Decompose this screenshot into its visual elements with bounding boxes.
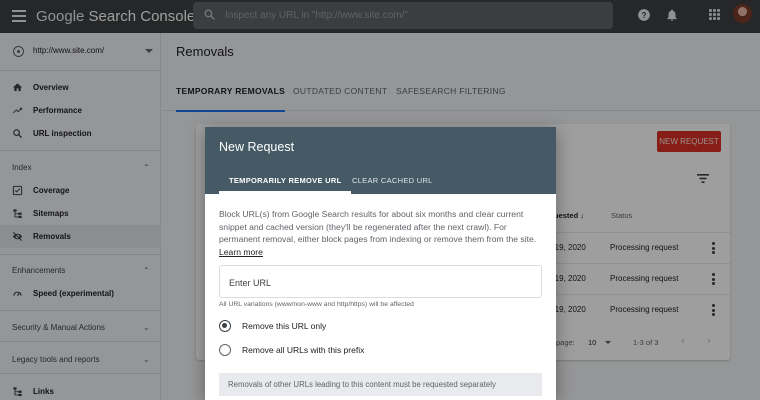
radio-label: Remove this URL only: [242, 321, 327, 331]
description-text: Block URL(s) from Google Search results …: [219, 209, 537, 245]
dialog-description: Block URL(s) from Google Search results …: [219, 208, 541, 258]
tab-clear-cached-url[interactable]: CLEAR CACHED URL: [352, 176, 433, 185]
url-input[interactable]: [229, 276, 529, 289]
tab-temporarily-remove-url[interactable]: TEMPORARILY REMOVE URL: [218, 176, 352, 194]
dialog-title: New Request: [219, 140, 295, 154]
notice-text: Removals of other URLs leading to this c…: [228, 380, 496, 389]
learn-more-link[interactable]: Learn more: [219, 247, 263, 257]
radio-label: Remove all URLs with this prefix: [242, 345, 365, 355]
url-variations-hint: All URL variations (www/non-www and http…: [219, 301, 414, 308]
radio-selected[interactable]: [219, 320, 231, 332]
radio-unselected[interactable]: [219, 344, 231, 356]
url-field[interactable]: [219, 265, 542, 298]
new-request-dialog: New Request TEMPORARILY REMOVE URL CLEAR…: [205, 127, 556, 400]
dialog-header: New Request TEMPORARILY REMOVE URL CLEAR…: [205, 127, 556, 194]
info-notice: Removals of other URLs leading to this c…: [219, 373, 542, 396]
